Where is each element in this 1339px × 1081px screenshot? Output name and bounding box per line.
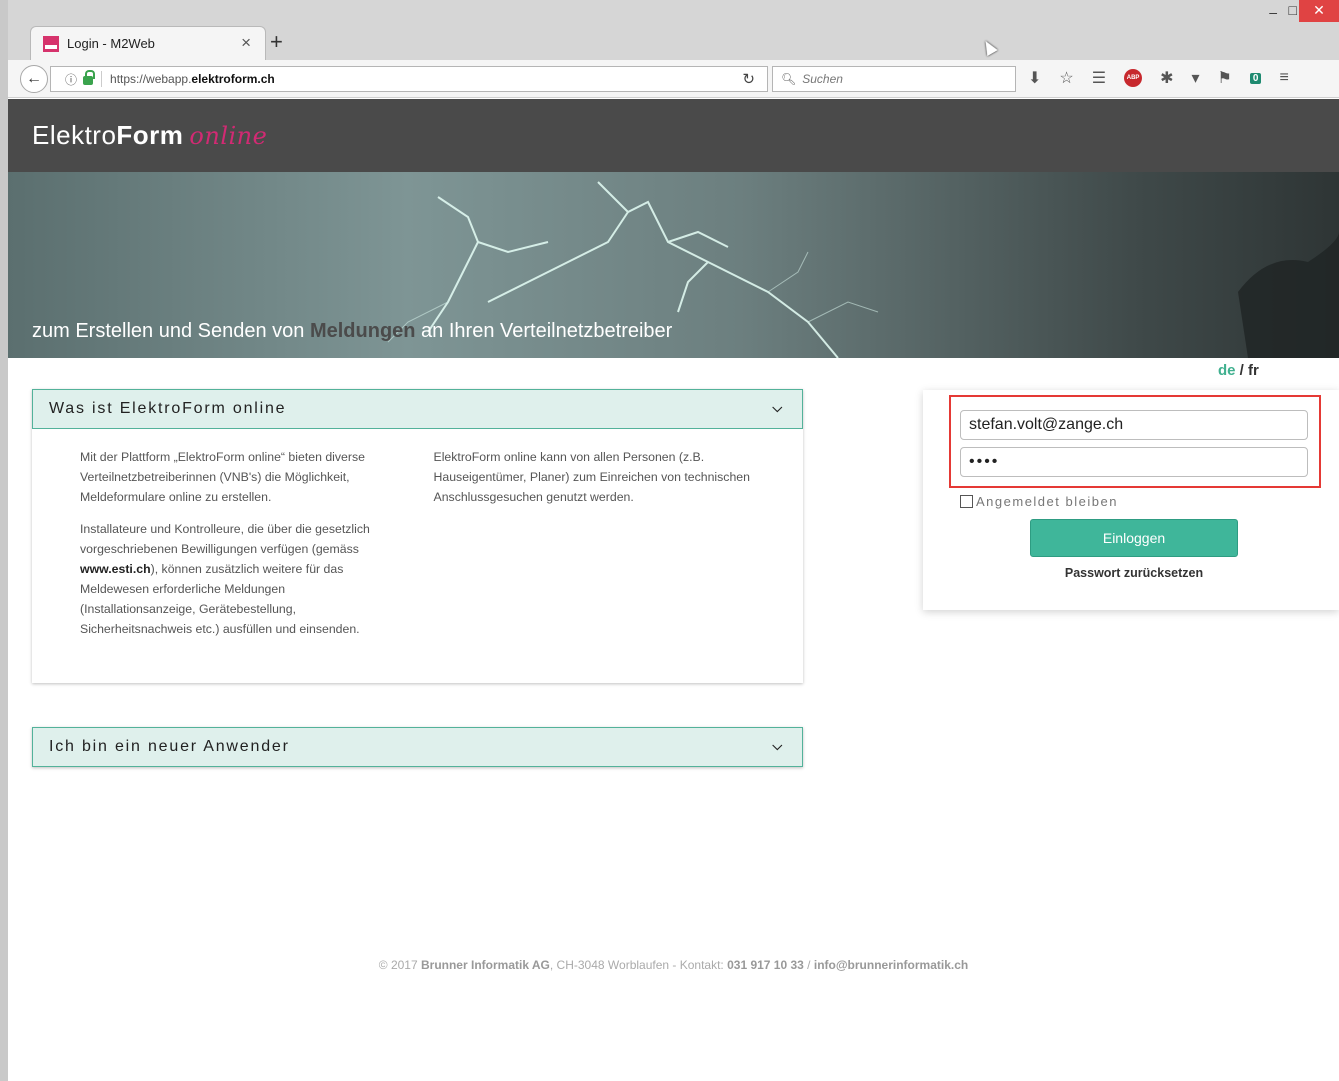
logo-light: Elektro bbox=[32, 120, 117, 150]
adblock-icon[interactable]: ABP bbox=[1124, 69, 1143, 87]
remember-label: Angemeldet bleiben bbox=[976, 494, 1118, 509]
menu-icon[interactable]: ≡ bbox=[1279, 69, 1288, 87]
lock-icon bbox=[83, 70, 96, 85]
chevron-down-icon[interactable]: ⌵ bbox=[772, 738, 784, 754]
footer-email-link[interactable]: info@brunnerinformatik.ch bbox=[814, 958, 968, 972]
login-form: Angemeldet bleiben Einloggen Passwort zu… bbox=[923, 390, 1339, 610]
browser-navbar: ← ⓘ https://webapp.elektroform.ch ↻ 🔍︎ S… bbox=[8, 60, 1339, 98]
chevron-down-icon[interactable]: ⌵ bbox=[772, 400, 784, 416]
about-panel-title: Was ist ElektroForm online bbox=[49, 400, 287, 417]
login-button[interactable]: Einloggen bbox=[1030, 519, 1238, 557]
new-user-panel: Ich bin ein neuer Anwender ⌵ bbox=[32, 727, 803, 767]
address-bar[interactable]: ⓘ https://webapp.elektroform.ch ↻ bbox=[50, 66, 768, 92]
hero-banner: zum Erstellen und Senden von Meldungen a… bbox=[8, 172, 1339, 358]
url-separator bbox=[101, 71, 103, 87]
tab-close-icon[interactable]: × bbox=[241, 33, 251, 53]
remember-checkbox[interactable] bbox=[960, 495, 973, 508]
bookmark-star-icon[interactable]: ☆ bbox=[1059, 68, 1073, 88]
footer-company: Brunner Informatik AG bbox=[420, 958, 550, 972]
logo-bold: Form bbox=[116, 120, 184, 150]
reset-password-link[interactable]: Passwort zurücksetzen bbox=[1030, 566, 1238, 580]
notification-badge[interactable]: 0 bbox=[1249, 72, 1262, 84]
extension-icon[interactable]: ✱ bbox=[1160, 68, 1173, 88]
reader-list-icon[interactable]: ☰ bbox=[1092, 68, 1106, 88]
lang-separator: / bbox=[1235, 362, 1249, 379]
page-footer: © 2017 Brunner Informatik AG, CH-3048 Wo… bbox=[378, 958, 969, 972]
email-field[interactable] bbox=[960, 410, 1308, 440]
about-paragraph-1: Mit der Plattform „ElektroForm online“ b… bbox=[80, 450, 365, 504]
logo-script: online bbox=[189, 122, 268, 150]
search-placeholder: Suchen bbox=[802, 72, 843, 86]
search-input[interactable]: 🔍︎ Suchen bbox=[772, 66, 1016, 92]
browser-window: Login - M2Web × + – □ ✕ ← ⓘ https://weba… bbox=[0, 0, 1339, 1081]
back-arrow-icon[interactable]: ← bbox=[20, 65, 48, 93]
remember-me[interactable]: Angemeldet bleiben bbox=[960, 494, 1118, 509]
toolbar-icons: ⬇ ☆ ☰ ABP ✱ ▾ ⚑ 0 ≡ bbox=[1028, 68, 1289, 88]
share-icon[interactable]: ⚑ bbox=[1218, 68, 1232, 88]
about-paragraph-2: Installateure und Kontrolleure, die über… bbox=[80, 522, 370, 636]
tab-title: Login - M2Web bbox=[67, 36, 155, 51]
search-icon: 🔍︎ bbox=[781, 72, 797, 86]
about-column-1: Mit der Plattform „ElektroForm online“ b… bbox=[80, 447, 402, 651]
reload-icon[interactable]: ↻ bbox=[742, 70, 755, 88]
about-paragraph-3: ElektroForm online kann von allen Person… bbox=[433, 450, 750, 504]
browser-tab[interactable]: Login - M2Web × bbox=[30, 26, 266, 60]
browser-titlebar: Login - M2Web × + – □ ✕ bbox=[8, 0, 1339, 60]
dropdown-arrow-icon[interactable]: ▾ bbox=[1192, 68, 1200, 88]
esti-link[interactable]: www.esti.ch bbox=[80, 562, 151, 576]
new-user-panel-header[interactable]: Ich bin ein neuer Anwender ⌵ bbox=[32, 727, 803, 767]
site-favicon-icon bbox=[43, 35, 59, 52]
url-text[interactable]: https://webapp.elektroform.ch bbox=[110, 72, 275, 86]
window-close-icon[interactable]: ✕ bbox=[1299, 0, 1339, 22]
new-user-panel-title: Ich bin ein neuer Anwender bbox=[49, 738, 290, 755]
mouse-cursor-icon bbox=[980, 37, 998, 57]
language-switcher: de / fr bbox=[1218, 362, 1259, 379]
password-field[interactable] bbox=[960, 447, 1308, 477]
about-column-2: ElektroForm online kann von allen Person… bbox=[434, 447, 756, 651]
site-logo[interactable]: ElektroForm online bbox=[32, 120, 267, 151]
minimize-icon[interactable]: – bbox=[1269, 4, 1277, 20]
about-panel-body: Mit der Plattform „ElektroForm online“ b… bbox=[32, 429, 803, 683]
info-icon[interactable]: ⓘ bbox=[65, 71, 77, 88]
maximize-icon[interactable]: □ bbox=[1289, 2, 1297, 18]
banner-tagline: zum Erstellen und Senden von Meldungen a… bbox=[32, 320, 673, 342]
about-panel: Was ist ElektroForm online ⌵ Mit der Pla… bbox=[32, 389, 803, 683]
about-panel-header[interactable]: Was ist ElektroForm online ⌵ bbox=[32, 389, 803, 429]
lang-fr-link[interactable]: fr bbox=[1248, 362, 1259, 379]
site-header: ElektroForm online bbox=[8, 99, 1339, 172]
footer-phone: 031 917 10 33 bbox=[727, 958, 804, 972]
new-tab-button[interactable]: + bbox=[270, 29, 283, 55]
lang-de-link[interactable]: de bbox=[1218, 362, 1236, 379]
download-icon[interactable]: ⬇ bbox=[1028, 68, 1041, 88]
